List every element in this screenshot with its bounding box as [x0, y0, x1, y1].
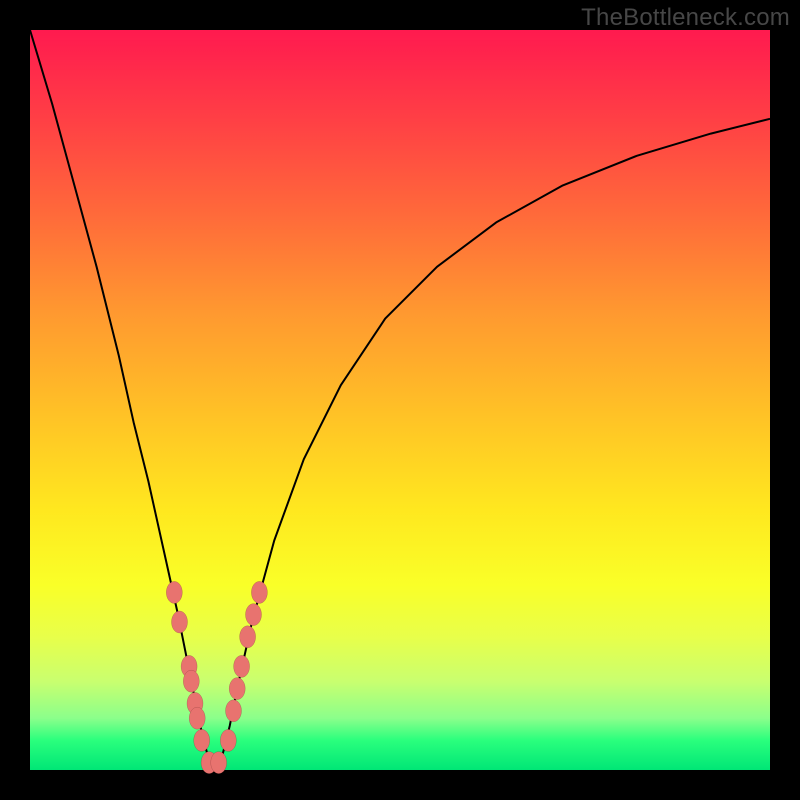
marker-point [211, 752, 227, 774]
watermark-text: TheBottleneck.com [581, 4, 790, 32]
marker-point [251, 581, 267, 603]
marker-point [166, 581, 182, 603]
curve-svg [30, 30, 770, 770]
marker-point [246, 604, 262, 626]
chart-frame: TheBottleneck.com [0, 0, 800, 800]
marker-cluster [166, 581, 267, 773]
marker-point [220, 729, 236, 751]
marker-point [183, 670, 199, 692]
marker-point [194, 729, 210, 751]
bottleneck-curve [30, 30, 770, 770]
marker-point [234, 655, 250, 677]
marker-point [226, 700, 242, 722]
marker-point [229, 678, 245, 700]
marker-point [189, 707, 205, 729]
marker-point [172, 611, 188, 633]
marker-point [240, 626, 256, 648]
plot-area [30, 30, 770, 770]
